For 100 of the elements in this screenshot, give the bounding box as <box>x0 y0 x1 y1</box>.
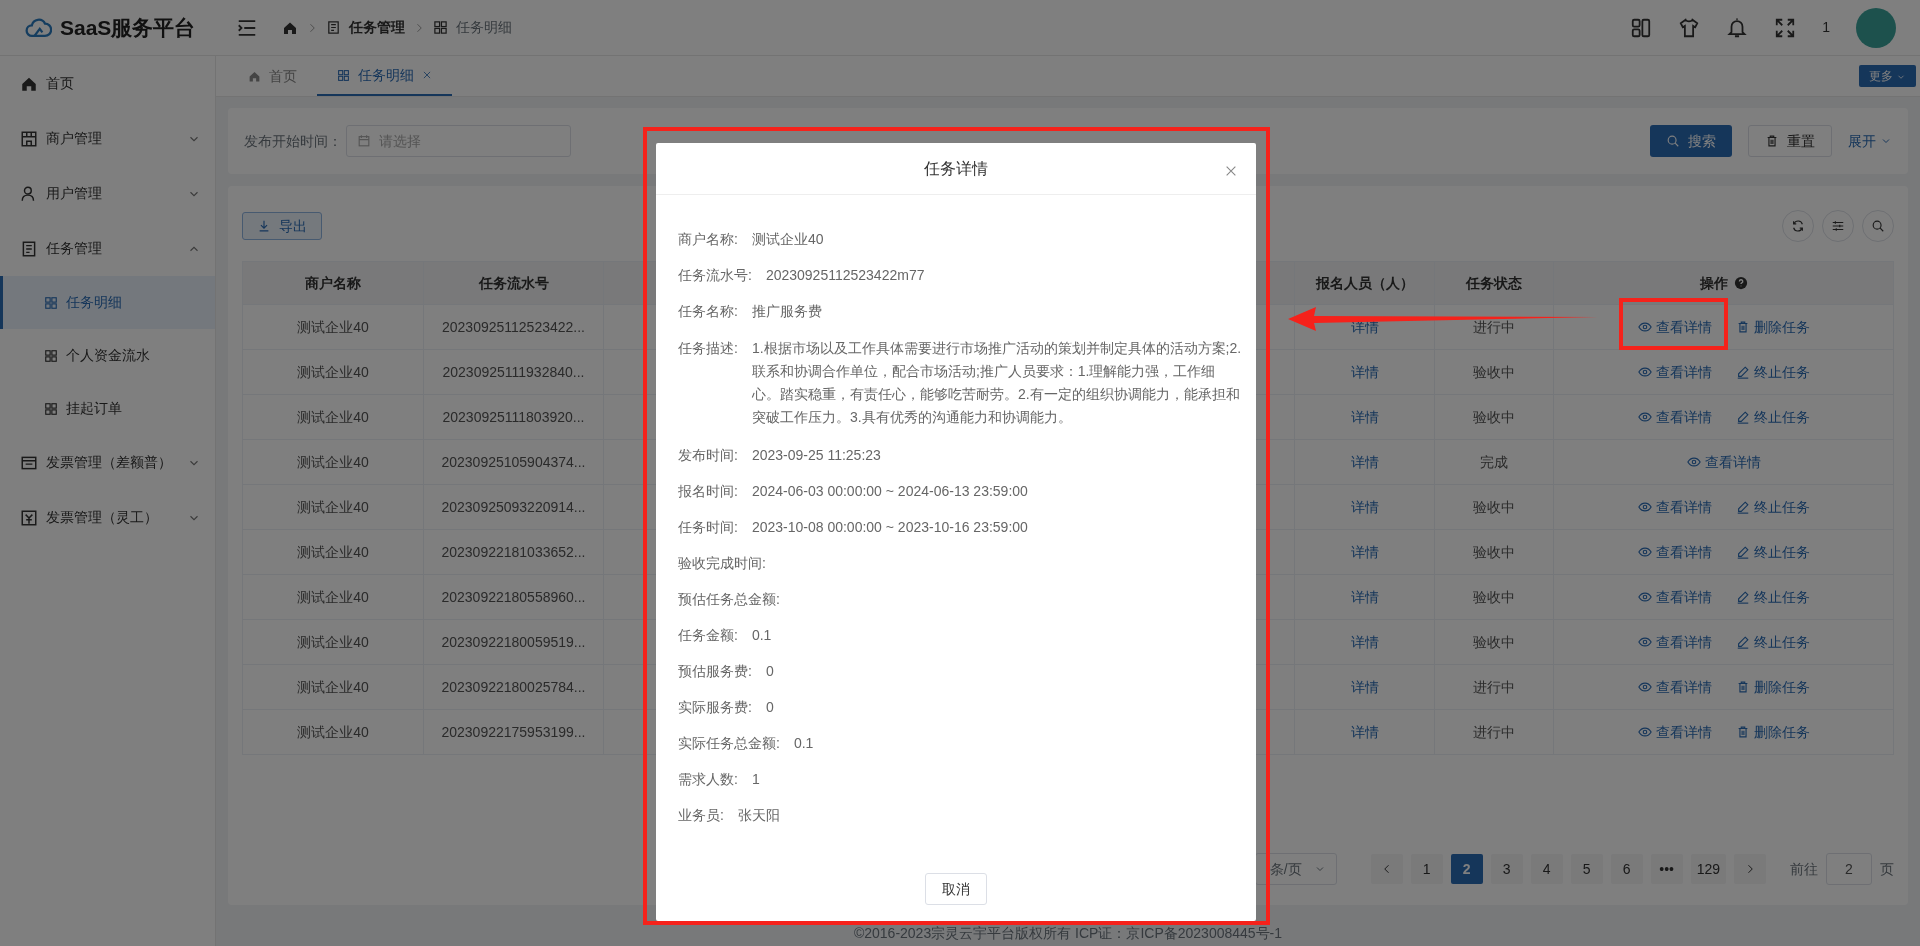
table-cell: 20230922180558960... <box>441 588 586 605</box>
action-link[interactable]: 终止任务 <box>1735 631 1810 653</box>
action-link[interactable]: 终止任务 <box>1735 406 1810 428</box>
bell-icon[interactable] <box>1726 16 1749 39</box>
detail-link[interactable]: 详情 <box>1350 633 1379 650</box>
expand-link[interactable]: 展开 <box>1848 130 1892 152</box>
eye-icon <box>1637 590 1652 604</box>
document-icon <box>20 239 38 258</box>
field-value: 0.1 <box>751 626 772 645</box>
sidebar-item[interactable]: 商户管理 <box>0 111 215 166</box>
sidebar-subitem[interactable]: 个人资金流水 <box>0 329 215 382</box>
tab[interactable]: 任务明细 <box>317 56 452 96</box>
action-link[interactable]: 删除任务 <box>1735 721 1810 743</box>
action-link[interactable]: 查看详情 <box>1637 316 1712 338</box>
export-button[interactable]: 导出 <box>242 212 322 240</box>
document-icon <box>326 20 341 35</box>
detail-link[interactable]: 详情 <box>1350 543 1379 560</box>
status-text: 验收中 <box>1473 498 1515 515</box>
action-link[interactable]: 查看详情 <box>1637 406 1712 428</box>
sidebar-item[interactable]: 发票管理（差额普） <box>0 435 215 490</box>
table-cell: 测试企业40 <box>297 498 369 515</box>
page-button[interactable]: 6 <box>1610 854 1643 884</box>
action-link[interactable]: 查看详情 <box>1686 451 1761 473</box>
sidebar-subitem[interactable]: 任务明细 <box>0 276 215 329</box>
page-number-field[interactable]: 2 <box>1826 853 1872 885</box>
invoice-icon <box>20 508 38 527</box>
breadcrumb-item[interactable]: 任务管理 <box>349 17 405 38</box>
status-text: 完成 <box>1480 453 1508 470</box>
sidebar-item[interactable]: 首页 <box>0 56 215 111</box>
field-label: 报名时间: <box>678 482 738 501</box>
field-label: 任务流水号: <box>678 266 752 285</box>
action-link[interactable]: 查看详情 <box>1637 676 1712 698</box>
page-button[interactable]: 4 <box>1530 854 1563 884</box>
breadcrumb-item[interactable]: 任务明细 <box>456 17 512 38</box>
table-cell: 测试企业40 <box>297 543 369 560</box>
action-link[interactable]: 删除任务 <box>1735 676 1810 698</box>
action-link[interactable]: 终止任务 <box>1735 361 1810 383</box>
pen-icon <box>1735 545 1750 559</box>
table-cell: 20230925112523422... <box>442 318 585 335</box>
field-label: 实际任务总金额: <box>678 734 780 753</box>
detail-link[interactable]: 详情 <box>1350 723 1379 740</box>
page-button[interactable]: 2 <box>1450 854 1483 884</box>
column-header: 操作 <box>1699 274 1728 291</box>
refresh-button[interactable] <box>1782 210 1814 242</box>
action-link[interactable]: 查看详情 <box>1637 631 1712 653</box>
search-button[interactable] <box>1862 210 1894 242</box>
action-link[interactable]: 查看详情 <box>1637 721 1712 743</box>
table-cell: 20230925105904374... <box>441 453 586 470</box>
avatar[interactable] <box>1856 7 1896 48</box>
sidebar-item[interactable]: 用户管理 <box>0 166 215 221</box>
page-button[interactable]: 129 <box>1690 854 1726 884</box>
action-link[interactable]: 查看详情 <box>1637 496 1712 518</box>
page-button[interactable]: ••• <box>1650 854 1683 884</box>
fullscreen-icon[interactable] <box>1774 16 1797 39</box>
action-link[interactable]: 查看详情 <box>1637 361 1712 383</box>
field-value: 张天阳 <box>737 806 780 825</box>
action-link[interactable]: 查看详情 <box>1637 541 1712 563</box>
sliders-button[interactable] <box>1822 210 1854 242</box>
copyright-text: ©2016-2023宗灵云宇平台版权所有 ICP证：京ICP备2023008445号-1 <box>853 924 1283 943</box>
detail-link[interactable]: 详情 <box>1350 363 1379 380</box>
field-label: 任务时间: <box>678 518 738 537</box>
sidebar-item[interactable]: 发票管理（灵工） <box>0 490 215 545</box>
pen-icon <box>1735 635 1750 649</box>
grid-icon <box>433 20 448 35</box>
close-icon[interactable] <box>1224 164 1238 178</box>
detail-link[interactable]: 详情 <box>1350 678 1379 695</box>
more-button[interactable]: 更多 <box>1858 65 1916 87</box>
status-text: 验收中 <box>1473 588 1515 605</box>
detail-link[interactable]: 详情 <box>1350 588 1379 605</box>
calendar-icon <box>357 134 371 148</box>
table-cell: 测试企业40 <box>297 408 369 425</box>
shop-icon <box>20 129 38 148</box>
detail-link[interactable]: 详情 <box>1350 498 1379 515</box>
page-button[interactable]: 1 <box>1410 854 1443 884</box>
action-link[interactable]: 删除任务 <box>1735 316 1810 338</box>
action-link[interactable]: 查看详情 <box>1637 586 1712 608</box>
field-label: 预估任务总金额: <box>678 590 780 609</box>
tab[interactable]: 首页 <box>228 56 317 96</box>
shirt-icon[interactable] <box>1678 16 1701 39</box>
field-label: 任务金额: <box>678 626 738 645</box>
action-link[interactable]: 终止任务 <box>1735 496 1810 518</box>
sidebar-item[interactable]: 任务管理 <box>0 221 215 276</box>
action-link[interactable]: 终止任务 <box>1735 541 1810 563</box>
home-icon <box>248 69 261 83</box>
page-button[interactable]: 5 <box>1570 854 1603 884</box>
eye-icon <box>1637 320 1652 334</box>
detail-link[interactable]: 详情 <box>1350 408 1379 425</box>
search-button[interactable]: 搜索 <box>1650 125 1732 157</box>
download-icon <box>257 219 271 233</box>
detail-link[interactable]: 详情 <box>1350 453 1379 470</box>
column-header: 任务流水号 <box>478 274 549 291</box>
close-icon[interactable] <box>422 70 432 80</box>
grid-icon <box>44 295 58 310</box>
field-value: 1 <box>751 770 760 789</box>
layout-icon[interactable] <box>1630 16 1653 39</box>
reset-button[interactable]: 重置 <box>1748 125 1832 157</box>
page-button[interactable]: 3 <box>1490 854 1523 884</box>
action-link[interactable]: 终止任务 <box>1735 586 1810 608</box>
cancel-button[interactable]: 取消 <box>925 873 987 905</box>
sidebar-subitem[interactable]: 挂起订单 <box>0 382 215 435</box>
